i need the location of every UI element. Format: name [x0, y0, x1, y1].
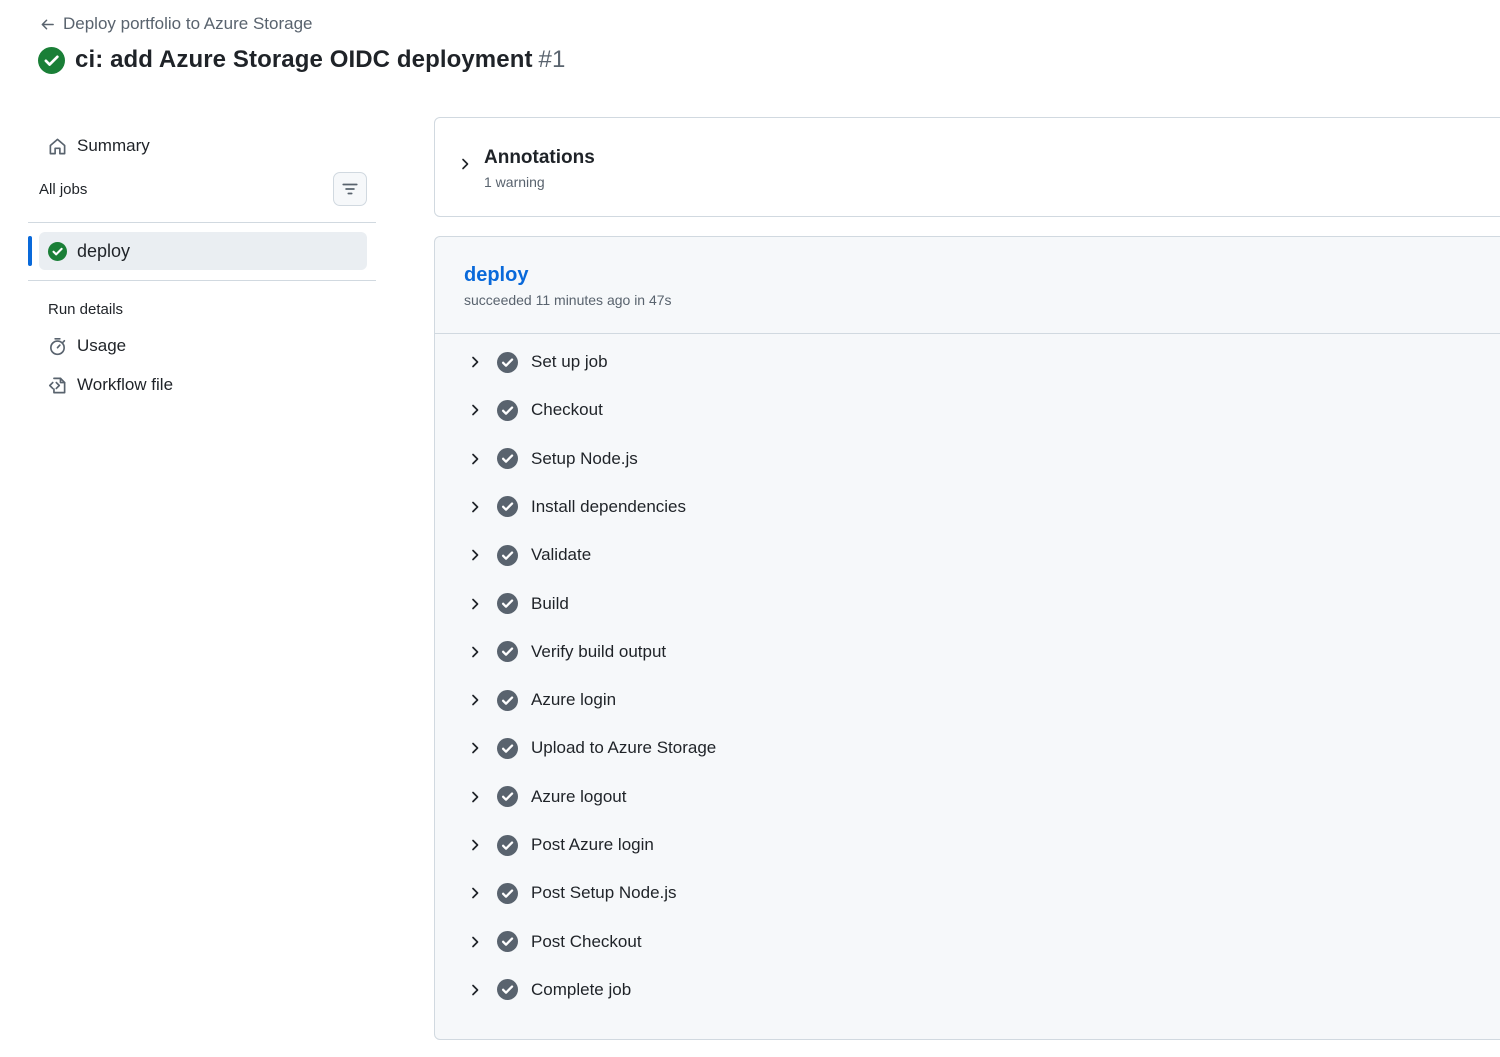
step-label: Post Azure login	[531, 835, 654, 854]
step-label: Post Setup Node.js	[531, 883, 677, 903]
arrow-left-icon	[41, 19, 54, 29]
chevron-right-icon	[472, 549, 479, 561]
selected-job-indicator	[28, 236, 32, 266]
chevron-right-icon	[472, 791, 479, 803]
step-success-icon	[497, 834, 518, 856]
step-label: Checkout	[531, 400, 603, 420]
step-row[interactable]: Checkout	[459, 390, 1499, 430]
annotations-panel: Annotations 1 warning	[434, 117, 1500, 217]
step-success-icon	[497, 786, 518, 808]
step-label: Build	[531, 593, 569, 613]
home-icon	[49, 138, 66, 154]
annotations-count: 1 warning	[484, 174, 545, 190]
step-row[interactable]: Post Checkout	[459, 922, 1499, 962]
step-row[interactable]: Set up job	[459, 342, 1499, 382]
step-success-icon	[497, 399, 518, 421]
job-header: deploy succeeded 11 minutes ago in 47s	[435, 237, 1500, 334]
chevron-right-icon	[472, 646, 479, 658]
sidebar-job-label: deploy	[77, 240, 131, 261]
job-panel: deploy succeeded 11 minutes ago in 47s S…	[434, 236, 1500, 1040]
chevron-right-icon	[472, 984, 479, 996]
chevron-right-icon	[472, 356, 479, 368]
step-label: Upload to Azure Storage	[531, 738, 717, 758]
success-check-icon	[38, 46, 65, 74]
back-link-label: Deploy portfolio to Azure Storage	[63, 14, 313, 33]
step-success-icon	[497, 593, 518, 614]
step-row[interactable]: Post Setup Node.js	[459, 873, 1499, 913]
sidebar-item-summary[interactable]: Summary	[28, 128, 376, 164]
job-status-text: succeeded 11 minutes ago in 47s	[464, 292, 672, 308]
step-row[interactable]: Azure logout	[459, 777, 1499, 817]
step-success-icon	[497, 351, 518, 373]
step-label: Install dependencies	[531, 496, 687, 516]
sidebar-item-workflow-file[interactable]: Workflow file	[28, 367, 376, 403]
step-row[interactable]: Azure login	[459, 680, 1499, 720]
sidebar-divider	[28, 280, 376, 281]
step-label: Verify build output	[531, 641, 667, 661]
sidebar-job-deploy[interactable]: deploy	[39, 232, 367, 270]
step-label: Setup Node.js	[531, 448, 638, 468]
step-label: Azure logout	[531, 786, 627, 806]
all-jobs-heading: All jobs	[39, 181, 88, 198]
step-label: Azure login	[531, 690, 617, 710]
step-success-icon	[497, 737, 518, 759]
step-success-icon	[497, 979, 518, 1001]
step-row[interactable]: Complete job	[459, 970, 1499, 1010]
run-title-text: ci: add Azure Storage OIDC deployment	[75, 46, 533, 73]
step-label: Set up job	[531, 352, 608, 371]
step-row[interactable]: Upload to Azure Storage	[459, 728, 1499, 768]
step-label: Complete job	[531, 979, 632, 999]
chevron-right-icon	[472, 839, 479, 851]
step-success-icon	[497, 931, 518, 953]
back-link[interactable]: Deploy portfolio to Azure Storage	[40, 13, 312, 35]
chevron-right-icon	[472, 404, 479, 416]
job-name-link[interactable]: deploy	[464, 264, 528, 287]
step-row[interactable]: Verify build output	[459, 632, 1499, 672]
step-success-icon	[497, 496, 518, 518]
run-title: ci: add Azure Storage OIDC deployment #1	[38, 44, 565, 76]
step-row[interactable]: Validate	[459, 535, 1499, 575]
chevron-right-icon	[472, 694, 479, 706]
step-row[interactable]: Build	[459, 584, 1499, 624]
step-success-icon	[497, 641, 518, 663]
step-row[interactable]: Setup Node.js	[459, 439, 1499, 479]
sidebar-item-label: Usage	[77, 336, 127, 355]
step-row[interactable]: Post Azure login	[459, 825, 1499, 865]
stopwatch-icon	[50, 337, 66, 355]
page-title: ci: add Azure Storage OIDC deployment #1	[75, 46, 565, 74]
step-success-icon	[497, 448, 518, 470]
step-label: Validate	[531, 545, 592, 565]
run-number: #1	[538, 46, 566, 73]
sidebar-item-usage[interactable]: Usage	[28, 328, 376, 364]
step-success-icon	[497, 689, 518, 711]
annotations-title[interactable]: Annotations	[484, 147, 595, 169]
step-success-icon	[497, 882, 518, 904]
filter-icon	[342, 183, 358, 195]
filter-button[interactable]	[333, 172, 367, 206]
sidebar-item-label: Summary	[77, 136, 150, 155]
sidebar-divider	[28, 222, 376, 223]
chevron-right-icon	[472, 743, 479, 754]
chevron-right-icon	[472, 598, 479, 609]
step-row[interactable]: Install dependencies	[459, 487, 1499, 527]
file-code-icon	[48, 377, 66, 393]
sidebar-item-label: Workflow file	[77, 375, 174, 394]
chevron-right-icon	[472, 936, 479, 947]
chevron-right-icon	[472, 453, 479, 464]
step-label: Post Checkout	[531, 931, 642, 951]
success-check-icon	[48, 241, 67, 261]
step-success-icon	[497, 544, 518, 566]
chevron-right-icon[interactable]	[457, 156, 473, 172]
chevron-right-icon	[472, 501, 479, 513]
chevron-right-icon	[472, 887, 479, 899]
run-details-heading: Run details	[48, 301, 124, 318]
